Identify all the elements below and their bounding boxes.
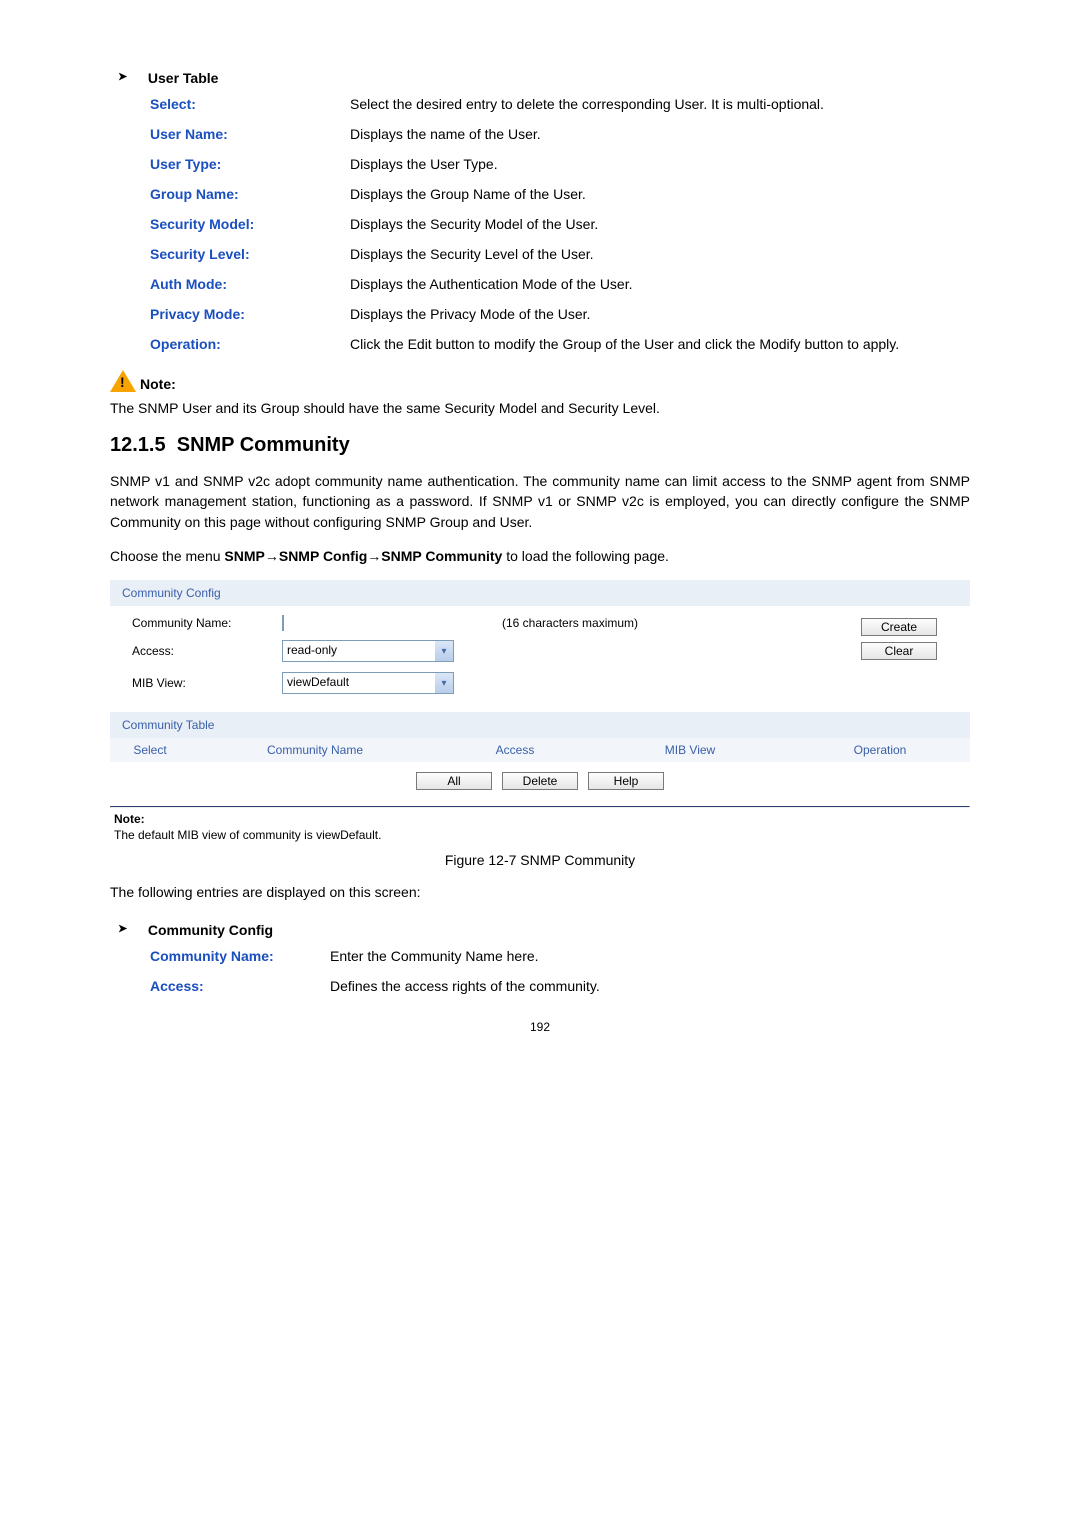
clear-button[interactable]: Clear bbox=[861, 642, 937, 660]
note-text: The SNMP User and its Group should have … bbox=[110, 400, 970, 416]
community-config-heading-text: Community Config bbox=[148, 922, 273, 938]
def-term: User Name: bbox=[150, 126, 350, 142]
user-table-heading: ➤ User Table bbox=[118, 70, 970, 86]
def-row: User Name: Displays the name of the User… bbox=[150, 126, 970, 142]
def-row: Select: Select the desired entry to dele… bbox=[150, 96, 970, 112]
create-button[interactable]: Create bbox=[861, 618, 937, 636]
mibview-select[interactable]: viewDefault ▾ bbox=[282, 672, 454, 694]
def-desc: Displays the Authentication Mode of the … bbox=[350, 276, 970, 292]
def-row: Operation: Click the Edit button to modi… bbox=[150, 336, 970, 352]
def-desc: Select the desired entry to delete the c… bbox=[350, 96, 970, 112]
access-label: Access: bbox=[132, 644, 282, 658]
def-desc: Enter the Community Name here. bbox=[330, 948, 970, 964]
def-row: User Type: Displays the User Type. bbox=[150, 156, 970, 172]
def-desc: Displays the name of the User. bbox=[350, 126, 970, 142]
def-term: Access: bbox=[150, 978, 330, 994]
mibview-select-value: viewDefault bbox=[283, 673, 435, 693]
chevron-down-icon: ▾ bbox=[435, 673, 453, 693]
col-access: Access bbox=[440, 743, 590, 757]
def-row: Group Name: Displays the Group Name of t… bbox=[150, 186, 970, 202]
community-config-body: Community Name: (16 characters maximum) … bbox=[110, 606, 970, 712]
def-desc: Click the Edit button to modify the Grou… bbox=[350, 336, 970, 352]
menu-line-bold: SNMP→SNMP Config→SNMP Community bbox=[224, 548, 502, 564]
def-desc: Displays the User Type. bbox=[350, 156, 970, 172]
user-table-heading-text: User Table bbox=[148, 70, 219, 86]
def-desc: Displays the Privacy Mode of the User. bbox=[350, 306, 970, 322]
chevron-down-icon: ▾ bbox=[435, 641, 453, 661]
def-row: Auth Mode: Displays the Authentication M… bbox=[150, 276, 970, 292]
delete-button[interactable]: Delete bbox=[502, 772, 578, 790]
note-heading: Note: bbox=[110, 370, 970, 392]
figure-snmp-community: Community Config Community Name: (16 cha… bbox=[110, 580, 970, 842]
community-name-input[interactable] bbox=[282, 615, 284, 631]
access-select[interactable]: read-only ▾ bbox=[282, 640, 454, 662]
section-heading: 12.1.5 SNMP Community bbox=[110, 434, 970, 457]
def-row: Community Name: Enter the Community Name… bbox=[150, 948, 970, 964]
community-config-panel-title: Community Config bbox=[110, 580, 970, 606]
def-term: Operation: bbox=[150, 336, 350, 352]
def-desc: Displays the Security Model of the User. bbox=[350, 216, 970, 232]
def-term: Community Name: bbox=[150, 948, 330, 964]
def-term: Group Name: bbox=[150, 186, 350, 202]
def-desc: Defines the access rights of the communi… bbox=[330, 978, 970, 994]
def-row: Access: Defines the access rights of the… bbox=[150, 978, 970, 994]
def-row: Security Level: Displays the Security Le… bbox=[150, 246, 970, 262]
community-table-panel-title: Community Table bbox=[110, 712, 970, 738]
community-name-hint: (16 characters maximum) bbox=[482, 616, 844, 630]
chevron-right-icon: ➤ bbox=[118, 922, 132, 935]
def-term: Privacy Mode: bbox=[150, 306, 350, 322]
col-mib-view: MIB View bbox=[590, 743, 790, 757]
def-term: User Type: bbox=[150, 156, 350, 172]
entries-line: The following entries are displayed on t… bbox=[110, 882, 970, 902]
def-term: Select: bbox=[150, 96, 350, 112]
def-term: Auth Mode: bbox=[150, 276, 350, 292]
help-button[interactable]: Help bbox=[588, 772, 664, 790]
table-button-row: All Delete Help bbox=[110, 762, 970, 806]
page-number: 192 bbox=[110, 1020, 970, 1034]
note-label: Note: bbox=[140, 376, 176, 392]
menu-line-suffix: to load the following page. bbox=[502, 548, 669, 564]
def-row: Security Model: Displays the Security Mo… bbox=[150, 216, 970, 232]
mibview-label: MIB View: bbox=[132, 676, 282, 690]
section-number: 12.1.5 bbox=[110, 434, 166, 456]
figure-caption: Figure 12-7 SNMP Community bbox=[110, 852, 970, 868]
def-term: Security Model: bbox=[150, 216, 350, 232]
col-community-name: Community Name bbox=[190, 743, 440, 757]
menu-line-prefix: Choose the menu bbox=[110, 548, 224, 564]
community-table-header: Select Community Name Access MIB View Op… bbox=[110, 738, 970, 762]
all-button[interactable]: All bbox=[416, 772, 492, 790]
access-select-value: read-only bbox=[283, 641, 435, 661]
col-select: Select bbox=[110, 743, 190, 757]
community-name-label: Community Name: bbox=[132, 616, 282, 630]
def-row: Privacy Mode: Displays the Privacy Mode … bbox=[150, 306, 970, 322]
community-config-heading: ➤ Community Config bbox=[118, 922, 970, 938]
col-operation: Operation bbox=[790, 743, 970, 757]
figure-note-head: Note: bbox=[110, 808, 970, 826]
figure-note-text: The default MIB view of community is vie… bbox=[110, 826, 970, 842]
menu-line: Choose the menu SNMP→SNMP Config→SNMP Co… bbox=[110, 546, 970, 566]
chevron-right-icon: ➤ bbox=[118, 70, 132, 83]
paragraph: SNMP v1 and SNMP v2c adopt community nam… bbox=[110, 471, 970, 532]
def-term: Security Level: bbox=[150, 246, 350, 262]
def-desc: Displays the Security Level of the User. bbox=[350, 246, 970, 262]
warning-icon bbox=[110, 370, 136, 392]
section-title: SNMP Community bbox=[177, 434, 350, 456]
def-desc: Displays the Group Name of the User. bbox=[350, 186, 970, 202]
